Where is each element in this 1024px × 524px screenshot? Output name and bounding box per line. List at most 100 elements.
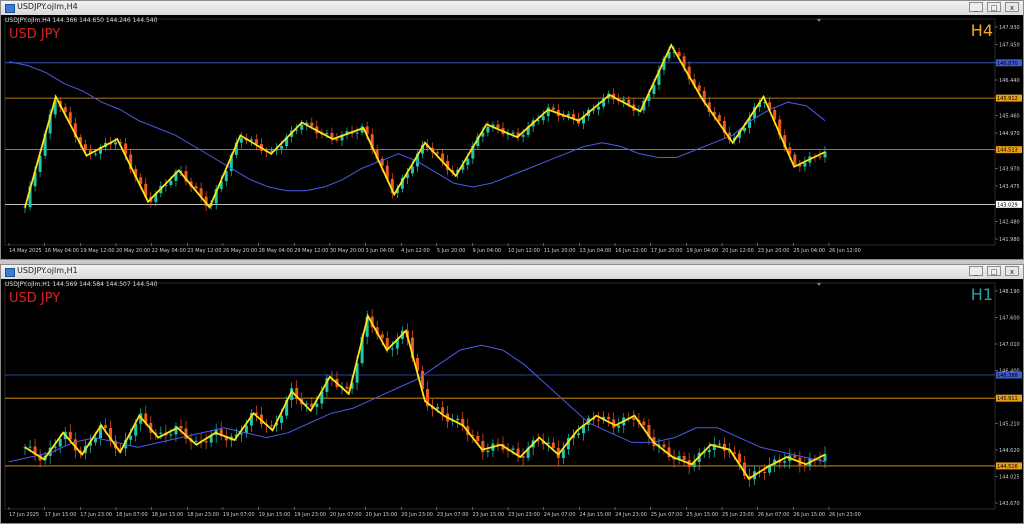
h1-x-tick-label: 24 Jun 07:00 [544, 512, 576, 518]
h1-candle-body [476, 435, 480, 442]
h1-candle-body [68, 431, 72, 440]
h1-candle-body [93, 437, 97, 443]
h1-titlebar[interactable]: USDJPY.ojlm,H1 _ □ x [1, 265, 1023, 280]
h4-x-tick-label: 23 Jun 20:00 [758, 248, 790, 254]
minimize-button[interactable]: _ [969, 2, 983, 12]
h1-candle-body [783, 461, 787, 463]
h4-level-label: 146.870 [997, 61, 1018, 67]
h4-candle-body [803, 162, 807, 167]
h4-y-tick-label: 144.970 [999, 131, 1020, 137]
minimize-button[interactable]: _ [969, 266, 983, 276]
h4-timeframe-label: H4 [970, 21, 993, 40]
h1-level-label: 144.516 [997, 464, 1018, 470]
h1-x-tick-label: 19 Jun 07:00 [223, 512, 255, 518]
h4-candle-body [436, 152, 440, 154]
h1-candle-body [194, 440, 198, 442]
h1-x-tick-label: 17 Jun 2025 [9, 512, 39, 518]
close-button[interactable]: x [1005, 2, 1019, 12]
h1-x-tick-label: 26 Jun 15:00 [793, 512, 825, 518]
h1-candle-body [707, 450, 711, 453]
h1-candle-body [551, 442, 555, 448]
h1-candle-body [717, 443, 721, 445]
h4-zigzag-line [24, 43, 826, 210]
h4-candle-body [23, 207, 27, 209]
h4-chart-area[interactable]: 147.930147.450146.935146.440145.960145.4… [1, 15, 1023, 259]
h1-chart-window[interactable]: USDJPY.ojlm,H1 _ □ x 148.190 147.600 147.0… [0, 264, 1024, 524]
h4-x-tick-label: 5 Jun 20:00 [437, 248, 466, 254]
h4-x-tick-label: 22 May 04:00 [152, 248, 186, 254]
h4-candle-body [717, 115, 721, 122]
h1-y-tick-label: 147.600 [999, 316, 1020, 322]
h1-chart-area[interactable]: 148.190147.600147.010146.400145.805145.2… [1, 279, 1023, 523]
h4-y-tick-label: 142.480 [999, 219, 1020, 225]
h1-candle-body [270, 425, 274, 427]
h1-candle-body [642, 421, 646, 425]
h4-x-tick-label: 19 May 12:00 [80, 248, 114, 254]
h1-chart-shift-marker[interactable] [817, 283, 821, 286]
h1-x-tick-label: 25 Jun 15:00 [686, 512, 718, 518]
h1-candle-body [390, 348, 394, 350]
h1-candle-body [576, 433, 580, 436]
h1-y-tick-label: 148.190 [999, 289, 1020, 295]
h1-x-tick-label: 26 Jun 23:00 [829, 512, 861, 518]
h4-titlebar[interactable]: USDJPY.ojlm,H4 _ □ x [1, 1, 1023, 16]
h1-x-tick-label: 23 Jun 07:00 [437, 512, 469, 518]
h4-y-tick-label: 146.440 [999, 78, 1020, 84]
h4-level-label: 145.912 [997, 96, 1018, 102]
h1-candle-body [315, 403, 319, 408]
h4-chart-svg[interactable]: 147.930147.450146.935146.440145.960145.4… [1, 15, 1023, 259]
h1-candle-body [280, 415, 284, 423]
h1-x-tick-label: 26 Jun 07:00 [758, 512, 790, 518]
h1-candle-body [58, 439, 62, 447]
h4-y-tick-label: 147.450 [999, 43, 1020, 49]
h4-window-title: USDJPY.ojlm,H4 [17, 2, 78, 11]
h1-x-tick-label: 17 Jun 15:00 [45, 512, 77, 518]
h1-candle-body [486, 450, 490, 453]
h1-price-info: USDJPY.ojlm,H1 144.569 144.584 144.507 1… [5, 281, 158, 288]
h1-x-tick-label: 20 Jun 15:00 [366, 512, 398, 518]
h4-candle-body [300, 124, 304, 130]
h4-candle-body [486, 126, 490, 133]
h4-candle-body [325, 133, 329, 135]
h1-candle-body [441, 407, 445, 414]
maximize-button[interactable]: □ [987, 266, 1001, 276]
h1-y-tick-label: 147.010 [999, 342, 1020, 348]
maximize-button[interactable]: □ [987, 2, 1001, 12]
h4-candle-body [466, 158, 470, 165]
h4-candle-body [511, 132, 515, 134]
close-button[interactable]: x [1005, 266, 1019, 276]
h1-x-tick-label: 23 Jun 15:00 [472, 512, 504, 518]
h1-candle-body [436, 407, 440, 409]
h4-candle-body [239, 138, 243, 143]
h1-x-tick-label: 19 Jun 15:00 [259, 512, 291, 518]
h4-chart-window[interactable]: USDJPY.ojlm,H4 _ □ x 147.930147.450146.9… [0, 0, 1024, 260]
h1-x-tick-label: 18 Jun 15:00 [152, 512, 184, 518]
h1-x-tick-label: 24 Jun 15:00 [579, 512, 611, 518]
h4-candle-body [93, 153, 97, 155]
h1-x-tick-label: 19 Jun 23:00 [294, 512, 326, 518]
h1-candle-body [244, 425, 248, 434]
h1-candle-body [239, 433, 243, 435]
h1-candle-body [682, 456, 686, 461]
h1-window-title: USDJPY.ojlm,H1 [17, 266, 78, 275]
h4-candle-body [793, 154, 797, 165]
h1-y-tick-label: 144.025 [999, 475, 1020, 481]
h4-y-tick-label: 145.460 [999, 113, 1020, 119]
h1-candle-body [632, 417, 636, 420]
chart-window-icon [5, 4, 15, 13]
h4-level-label: 143.029 [997, 202, 1018, 208]
h4-chart-shift-marker[interactable] [817, 19, 821, 22]
h1-x-tick-label: 17 Jun 23:00 [80, 512, 112, 518]
h4-x-tick-label: 19 Jun 04:00 [686, 248, 718, 254]
h4-x-tick-label: 14 May 2025 [9, 248, 42, 254]
h1-candle-body [104, 425, 108, 429]
h4-x-tick-label: 20 Jun 12:00 [722, 248, 754, 254]
h4-y-tick-label: 147.930 [999, 25, 1020, 31]
h4-x-tick-label: 20 May 20:00 [116, 248, 150, 254]
h4-y-tick-label: 143.475 [999, 184, 1020, 190]
h1-chart-svg[interactable]: 148.190147.600147.010146.400145.805145.2… [1, 279, 1023, 523]
h4-candle-body [114, 142, 118, 145]
h4-candle-body [83, 144, 87, 151]
h1-level-label: 145.911 [997, 396, 1018, 402]
h4-x-tick-label: 23 May 12:00 [187, 248, 221, 254]
